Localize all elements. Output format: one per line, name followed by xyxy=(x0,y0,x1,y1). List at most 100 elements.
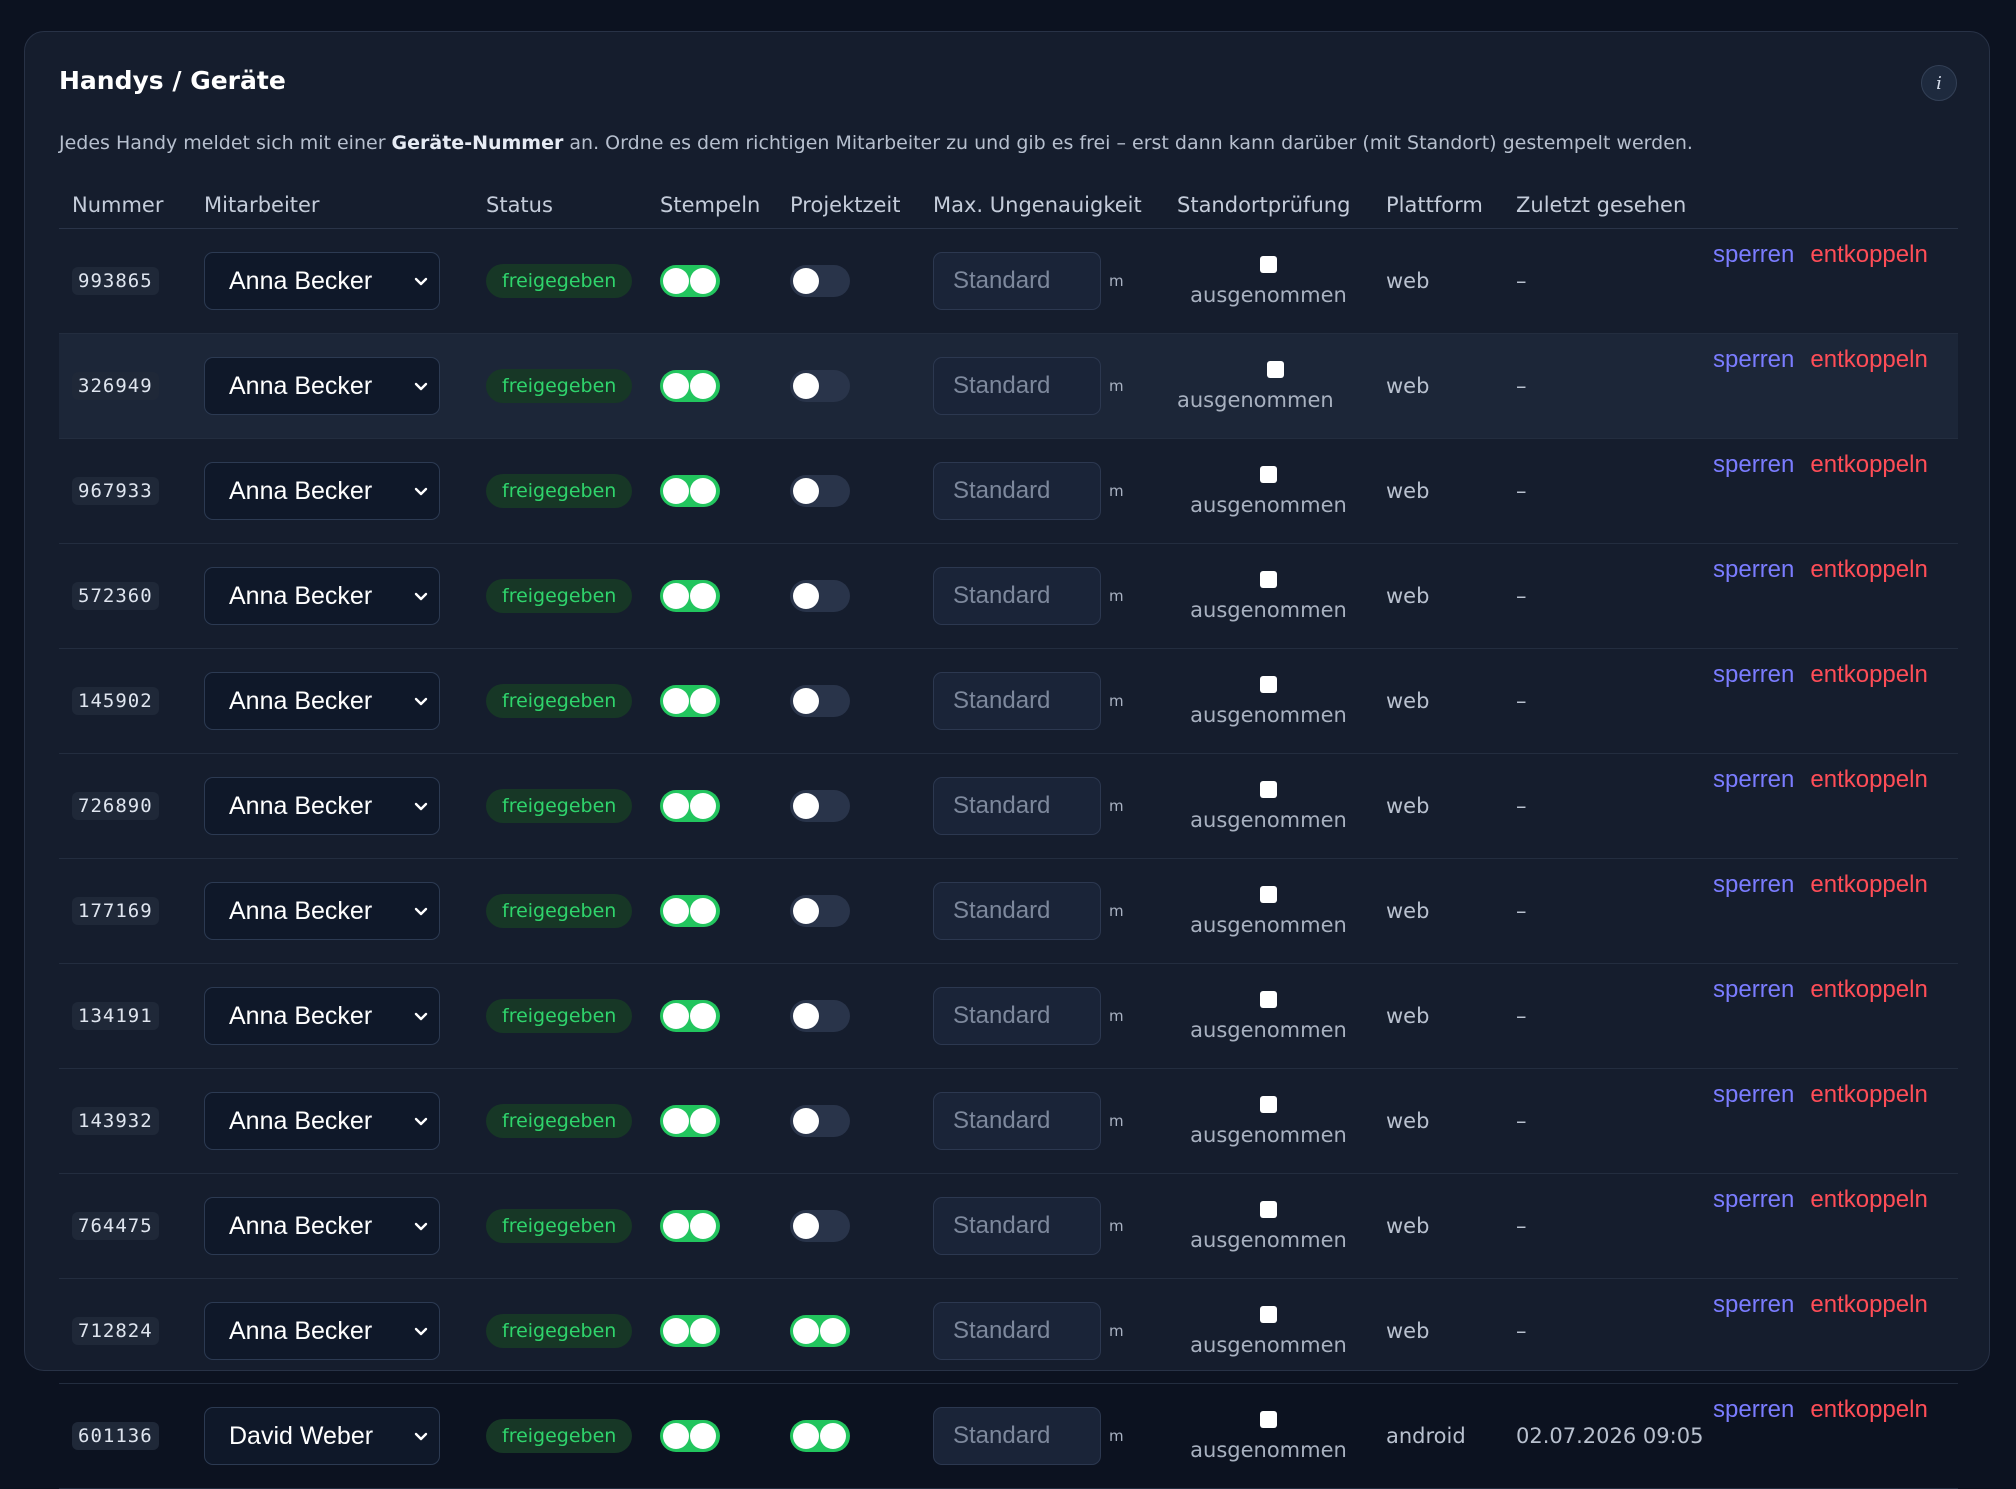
clock-in-toggle[interactable] xyxy=(660,790,720,822)
employee-select[interactable]: Anna Becker xyxy=(204,252,440,310)
max-inaccuracy-input[interactable]: Standard xyxy=(933,777,1101,835)
unlink-link[interactable]: entkoppeln xyxy=(1810,1186,1927,1213)
lock-link[interactable]: sperren xyxy=(1713,871,1794,898)
lock-link[interactable]: sperren xyxy=(1713,451,1794,478)
project-time-toggle[interactable] xyxy=(790,475,850,507)
exempt-checkbox[interactable] xyxy=(1260,465,1277,483)
unlink-link[interactable]: entkoppeln xyxy=(1810,871,1927,898)
lock-link[interactable]: sperren xyxy=(1713,1186,1794,1213)
unlink-link[interactable]: entkoppeln xyxy=(1810,766,1927,793)
employee-select[interactable]: Anna Becker xyxy=(204,987,440,1045)
unit-label: m xyxy=(1109,587,1124,605)
clock-in-toggle[interactable] xyxy=(660,370,720,402)
max-inaccuracy-input[interactable]: Standard xyxy=(933,1302,1101,1360)
employee-select[interactable]: Anna Becker xyxy=(204,1197,440,1255)
exempt-checkbox[interactable] xyxy=(1260,1095,1277,1113)
lock-link[interactable]: sperren xyxy=(1713,1396,1794,1423)
project-time-toggle[interactable] xyxy=(790,790,850,822)
info-icon[interactable]: i xyxy=(1921,65,1957,101)
max-inaccuracy-input[interactable]: Standard xyxy=(933,462,1101,520)
employee-select-value: Anna Becker xyxy=(229,581,373,610)
lock-link[interactable]: sperren xyxy=(1713,976,1794,1003)
clock-in-toggle[interactable] xyxy=(660,1315,720,1347)
clock-in-toggle[interactable] xyxy=(660,1105,720,1137)
unlink-link[interactable]: entkoppeln xyxy=(1810,241,1927,268)
project-time-toggle[interactable] xyxy=(790,1420,850,1452)
max-inaccuracy-input[interactable]: Standard xyxy=(933,357,1101,415)
exempt-checkbox[interactable] xyxy=(1260,1305,1277,1323)
platform-value: web xyxy=(1386,1109,1430,1133)
exempt-checkbox[interactable] xyxy=(1260,675,1277,693)
unlink-link[interactable]: entkoppeln xyxy=(1810,556,1927,583)
exempt-checkbox[interactable] xyxy=(1260,885,1277,903)
employee-select[interactable]: Anna Becker xyxy=(204,882,440,940)
employee-select[interactable]: Anna Becker xyxy=(204,567,440,625)
project-time-toggle[interactable] xyxy=(790,895,850,927)
exempt-checkbox[interactable] xyxy=(1260,570,1277,588)
unlink-link[interactable]: entkoppeln xyxy=(1810,1081,1927,1108)
project-time-toggle[interactable] xyxy=(790,265,850,297)
lock-link[interactable]: sperren xyxy=(1713,1291,1794,1318)
project-time-toggle[interactable] xyxy=(790,370,850,402)
last-seen-value: – xyxy=(1516,1214,1527,1238)
clock-in-toggle[interactable] xyxy=(660,580,720,612)
unlink-link[interactable]: entkoppeln xyxy=(1810,346,1927,373)
employee-select[interactable]: David Weber xyxy=(204,1407,440,1465)
employee-select[interactable]: Anna Becker xyxy=(204,777,440,835)
clock-in-toggle[interactable] xyxy=(660,895,720,927)
exempt-checkbox[interactable] xyxy=(1260,990,1277,1008)
exempt-checkbox[interactable] xyxy=(1260,780,1277,798)
project-time-toggle[interactable] xyxy=(790,685,850,717)
lock-link[interactable]: sperren xyxy=(1713,1081,1794,1108)
clock-in-toggle[interactable] xyxy=(660,1000,720,1032)
clock-in-toggle[interactable] xyxy=(660,265,720,297)
exempt-checkbox[interactable] xyxy=(1260,1410,1277,1428)
toggle-knob xyxy=(820,1318,846,1344)
project-time-toggle[interactable] xyxy=(790,1105,850,1137)
project-time-toggle[interactable] xyxy=(790,580,850,612)
employee-select[interactable]: Anna Becker xyxy=(204,1302,440,1360)
status-cell: freigegeben xyxy=(473,648,647,754)
max-inaccuracy-input[interactable]: Standard xyxy=(933,1197,1101,1255)
lock-link[interactable]: sperren xyxy=(1713,241,1794,268)
project-time-toggle[interactable] xyxy=(790,1315,850,1347)
table-header-row: Nummer Mitarbeiter Status Stempeln Proje… xyxy=(59,182,1958,229)
project-time-cell xyxy=(777,333,920,439)
exempt-checkbox[interactable] xyxy=(1260,1200,1277,1218)
max-inaccuracy-input[interactable]: Standard xyxy=(933,672,1101,730)
clock-in-toggle[interactable] xyxy=(660,1420,720,1452)
exempt-checkbox[interactable] xyxy=(1266,360,1284,378)
employee-cell: Anna Becker xyxy=(191,858,473,964)
employee-select[interactable]: Anna Becker xyxy=(204,672,440,730)
max-inaccuracy-input[interactable]: Standard xyxy=(933,1092,1101,1150)
unlink-link[interactable]: entkoppeln xyxy=(1810,451,1927,478)
lock-link[interactable]: sperren xyxy=(1713,556,1794,583)
unlink-link[interactable]: entkoppeln xyxy=(1810,976,1927,1003)
employee-select[interactable]: Anna Becker xyxy=(204,357,440,415)
project-time-toggle[interactable] xyxy=(790,1000,850,1032)
toggle-knob xyxy=(820,1423,846,1449)
max-inaccuracy-input[interactable]: Standard xyxy=(933,567,1101,625)
clock-in-toggle[interactable] xyxy=(660,1210,720,1242)
max-inaccuracy-input[interactable]: Standard xyxy=(933,252,1101,310)
unlink-link[interactable]: entkoppeln xyxy=(1810,661,1927,688)
lock-link[interactable]: sperren xyxy=(1713,661,1794,688)
unlink-link[interactable]: entkoppeln xyxy=(1810,1396,1927,1423)
unlink-link[interactable]: entkoppeln xyxy=(1810,1291,1927,1318)
max-inaccuracy-input[interactable]: Standard xyxy=(933,882,1101,940)
employee-cell: Anna Becker xyxy=(191,1278,473,1384)
lock-link[interactable]: sperren xyxy=(1713,766,1794,793)
clock-in-toggle[interactable] xyxy=(660,685,720,717)
project-time-toggle[interactable] xyxy=(790,1210,850,1242)
employee-select[interactable]: Anna Becker xyxy=(204,462,440,520)
max-inaccuracy-input[interactable]: Standard xyxy=(933,1407,1101,1465)
lock-link[interactable]: sperren xyxy=(1713,346,1794,373)
exempt-label: ausgenommen xyxy=(1190,1122,1347,1147)
exempt-checkbox[interactable] xyxy=(1260,255,1277,273)
max-inaccuracy-input[interactable]: Standard xyxy=(933,987,1101,1045)
chevron-down-icon xyxy=(414,1327,428,1336)
clock-in-toggle[interactable] xyxy=(660,475,720,507)
toggle-knob xyxy=(690,898,716,924)
table-row: 134191 Anna Becker freigegeben Standard m aus… xyxy=(59,963,1958,1069)
employee-select[interactable]: Anna Becker xyxy=(204,1092,440,1150)
